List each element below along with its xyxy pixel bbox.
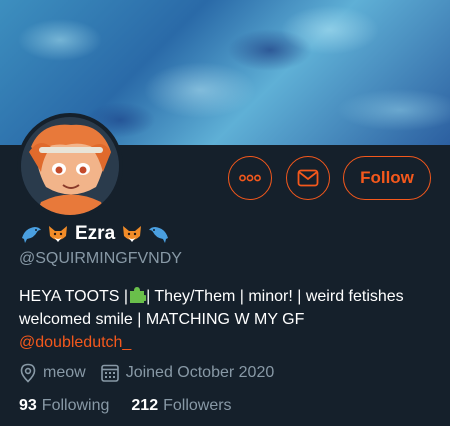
following-label: Following <box>41 397 110 414</box>
avatar[interactable] <box>17 113 123 219</box>
follow-stats: 93 Following 212 Followers <box>19 397 232 415</box>
following-stat[interactable]: 93 Following <box>19 397 109 415</box>
display-name: Ezra <box>75 223 116 244</box>
location-text: meow <box>43 364 86 381</box>
following-count: 93 <box>19 397 37 414</box>
join-date: Joined October 2020 <box>100 363 275 383</box>
calendar-icon <box>100 364 119 382</box>
followers-label: Followers <box>163 397 232 414</box>
profile-bio: HEYA TOOTS | | They/Them | minor! | weir… <box>19 285 434 354</box>
display-name-row: Ezra <box>19 220 171 248</box>
more-options-button[interactable] <box>228 156 272 200</box>
fox-icon <box>123 226 142 242</box>
bio-text: HEYA TOOTS | <box>19 288 129 305</box>
more-icon <box>239 174 261 182</box>
puzzle-piece-icon <box>130 287 147 303</box>
message-button[interactable] <box>286 156 330 200</box>
join-date-text: Joined October 2020 <box>125 364 275 381</box>
avatar-image <box>21 117 119 215</box>
follow-button[interactable]: Follow <box>343 156 431 200</box>
dolphin-icon <box>22 227 41 243</box>
dolphin-icon <box>149 227 169 243</box>
followers-stat[interactable]: 212 Followers <box>131 397 231 415</box>
profile-meta: meow Joined October 2020 <box>19 363 274 383</box>
fox-icon <box>49 226 67 242</box>
location-pin-icon <box>20 363 36 383</box>
mail-icon <box>297 169 319 187</box>
followers-count: 212 <box>131 397 159 414</box>
location: meow <box>19 363 86 383</box>
user-handle: @SQUIRMINGFVNDY <box>19 250 182 267</box>
bio-mention-link[interactable]: @doubledutch_ <box>19 334 131 351</box>
